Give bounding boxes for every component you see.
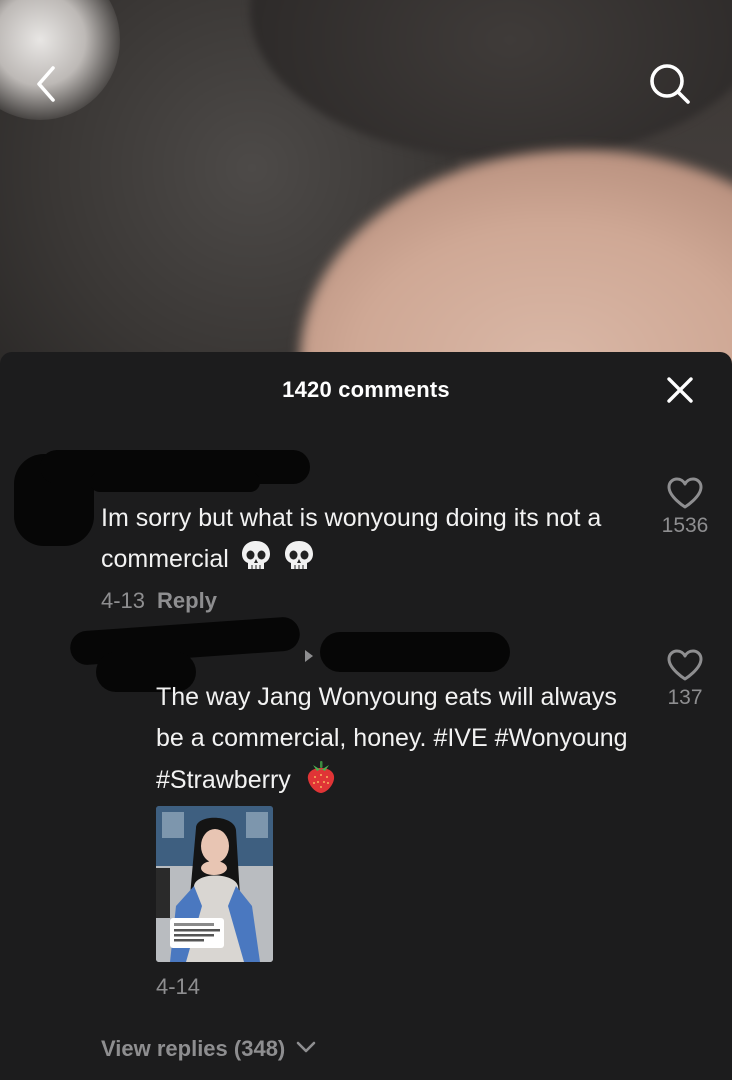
like-button[interactable]: 1536	[650, 476, 720, 538]
video-thumbnail-image	[156, 806, 273, 962]
search-button[interactable]	[644, 58, 696, 110]
reply-date: 4-14	[156, 974, 201, 999]
comment-date: 4-13	[101, 588, 146, 613]
skull-emoji-icon	[241, 541, 270, 569]
reply-video-thumbnail[interactable]	[156, 806, 273, 962]
view-replies-button[interactable]: View replies (348)	[101, 1036, 317, 1062]
comments-count-title: 1420 comments	[282, 377, 450, 402]
reply-text: The way Jang Wonyoung eats will always b…	[156, 677, 636, 801]
comment-meta: 4-13 Reply	[101, 588, 217, 614]
reply-arrow-icon	[305, 650, 313, 662]
comment-body: Im sorry but what is wonyoung doing its …	[101, 504, 602, 573]
view-replies-label: View replies (348)	[101, 1036, 286, 1061]
like-count: 137	[667, 686, 703, 709]
close-icon	[667, 377, 693, 403]
strawberry-emoji-icon	[307, 761, 334, 793]
like-button[interactable]: 137	[650, 648, 720, 710]
chevron-down-icon	[297, 1041, 316, 1053]
comment-text: Im sorry but what is wonyoung doing its …	[101, 498, 631, 580]
reply-button[interactable]: Reply	[157, 588, 217, 613]
redacted-username	[90, 472, 260, 492]
comments-panel: 1420 comments Im sorry but what is wonyo…	[0, 352, 732, 1080]
search-icon	[650, 64, 690, 104]
skull-emoji-icon	[284, 541, 313, 569]
chevron-left-icon	[37, 66, 55, 102]
like-count: 1536	[661, 514, 709, 537]
heart-outline-icon	[667, 649, 703, 681]
heart-outline-icon	[667, 477, 703, 509]
close-button[interactable]	[664, 374, 696, 406]
redacted-username	[320, 632, 510, 672]
reply-body: The way Jang Wonyoung eats will always b…	[156, 683, 628, 794]
back-button[interactable]	[20, 58, 72, 110]
video-background	[0, 0, 732, 380]
